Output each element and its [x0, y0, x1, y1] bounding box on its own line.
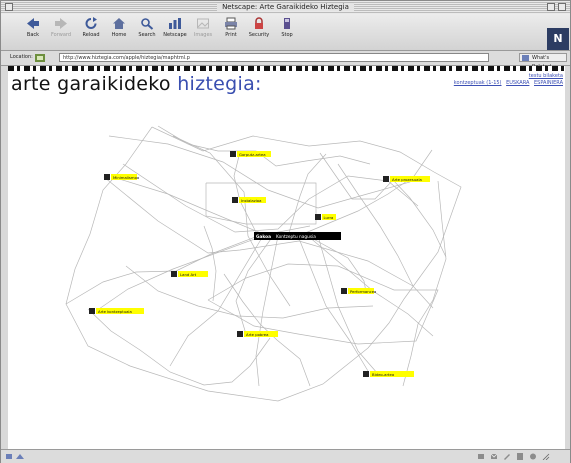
location-bar: Location: http://www.hiztegia.com/apple/…: [1, 51, 570, 70]
security-button[interactable]: Security: [245, 17, 273, 38]
netscape-icon: [169, 18, 181, 29]
home-icon: [113, 18, 125, 29]
bookmark-icon[interactable]: [35, 54, 45, 62]
messenger-icon[interactable]: [529, 453, 537, 460]
search-button[interactable]: Search: [133, 17, 161, 38]
status-bar: [1, 449, 570, 463]
back-arrow-icon: [27, 18, 39, 29]
search-icon: [141, 18, 154, 30]
location-label: Location:: [10, 54, 33, 60]
node-label-5: Land Art: [180, 272, 197, 277]
stop-button[interactable]: Stop: [273, 17, 301, 38]
navigation-toolbar: Back Forward Reload Home Search Netscape…: [1, 14, 570, 51]
concept-graph: Gorputz-artea Minimalismoa Arte prozesua…: [65, 125, 462, 402]
back-label: Back: [26, 32, 40, 38]
stop-icon: [284, 18, 290, 29]
title-bar[interactable]: Netscape: Arte Garaikideko Hiztegia: [1, 1, 570, 14]
reload-label: Reload: [82, 32, 100, 38]
print-button[interactable]: Print: [217, 17, 245, 38]
graph-node[interactable]: Land Art: [171, 271, 208, 277]
forward-label: Forward: [50, 32, 72, 38]
window-title-text: Netscape: Arte Garaikideko Hiztegia: [217, 3, 354, 11]
reload-button[interactable]: Reload: [77, 17, 105, 38]
mail-icon[interactable]: [490, 453, 498, 460]
zoom-box-icon[interactable]: [547, 3, 555, 11]
reload-icon: [85, 17, 97, 29]
node-label-9: Bideo-artea: [372, 372, 394, 377]
search-label: Search: [138, 32, 156, 38]
window-title: Netscape: Arte Garaikideko Hiztegia: [1, 1, 570, 14]
center-node-label: Kontzeptu nagusia: [276, 234, 316, 240]
graph-node[interactable]: Performancea: [341, 288, 376, 294]
connection-status-icon: [16, 454, 24, 459]
node-label-6: Performancea: [350, 289, 376, 294]
url-input[interactable]: http://www.hiztegia.com/apple/hiztegia/m…: [59, 53, 489, 62]
graph-node[interactable]: Lurra: [315, 214, 336, 220]
graph-node[interactable]: Arte kontzeptuala: [89, 308, 144, 314]
stop-label: Stop: [281, 32, 293, 38]
node-label-1: Minimalismoa: [113, 175, 139, 180]
node-label-0: Gorputz-artea: [239, 152, 266, 157]
browser-window: Netscape: Arte Garaikideko Hiztegia Back…: [0, 0, 571, 463]
collapse-box-icon[interactable]: [558, 3, 566, 11]
images-icon: [197, 18, 209, 29]
graph-node[interactable]: Arte pobrea: [237, 331, 278, 337]
graph-node[interactable]: Gorputz-artea: [230, 151, 271, 157]
resize-handle-icon[interactable]: [542, 453, 550, 460]
print-label: Print: [225, 32, 237, 38]
forward-button[interactable]: Forward: [47, 17, 75, 38]
navigator-icon[interactable]: [477, 453, 485, 460]
graph-node[interactable]: Bideo-artea: [363, 371, 414, 377]
print-icon: [225, 17, 237, 30]
home-button[interactable]: Home: [105, 17, 133, 38]
forward-arrow-icon: [55, 18, 67, 29]
address-book-icon[interactable]: [516, 453, 524, 460]
node-label-2: Arte prozesuala: [392, 177, 422, 182]
composer-icon[interactable]: [503, 453, 511, 460]
center-node-code: Gakoa: [256, 234, 271, 240]
graph-node[interactable]: Arte prozesuala: [383, 176, 430, 182]
page-content: arte garaikideko hiztegia: testu bilaket…: [8, 66, 565, 449]
whats-related-icon: [522, 55, 529, 61]
node-label-8: Arte pobrea: [246, 332, 268, 337]
whats-related-button[interactable]: What's Related: [519, 53, 567, 70]
node-label-7: Arte kontzeptuala: [98, 309, 132, 314]
netscape-logo[interactable]: N: [547, 28, 569, 50]
images-label: Images: [193, 32, 213, 38]
graph-edges: [65, 125, 462, 402]
graph-node[interactable]: Minimalismoa: [104, 174, 139, 180]
security-status-icon[interactable]: [5, 453, 13, 460]
graph-node[interactable]: Instalazioa: [232, 197, 266, 203]
home-label: Home: [111, 32, 127, 38]
back-button[interactable]: Back: [19, 17, 47, 38]
security-lock-icon: [255, 17, 263, 29]
node-label-4: Lurra: [324, 215, 334, 220]
security-label: Security: [248, 32, 270, 38]
netscape-button[interactable]: Netscape: [161, 17, 189, 38]
graph-center-node[interactable]: Gakoa Kontzeptu nagusia: [254, 232, 341, 240]
node-label-3: Instalazioa: [241, 198, 261, 203]
netscape-label: Netscape: [163, 32, 187, 38]
images-button[interactable]: Images: [189, 17, 217, 38]
